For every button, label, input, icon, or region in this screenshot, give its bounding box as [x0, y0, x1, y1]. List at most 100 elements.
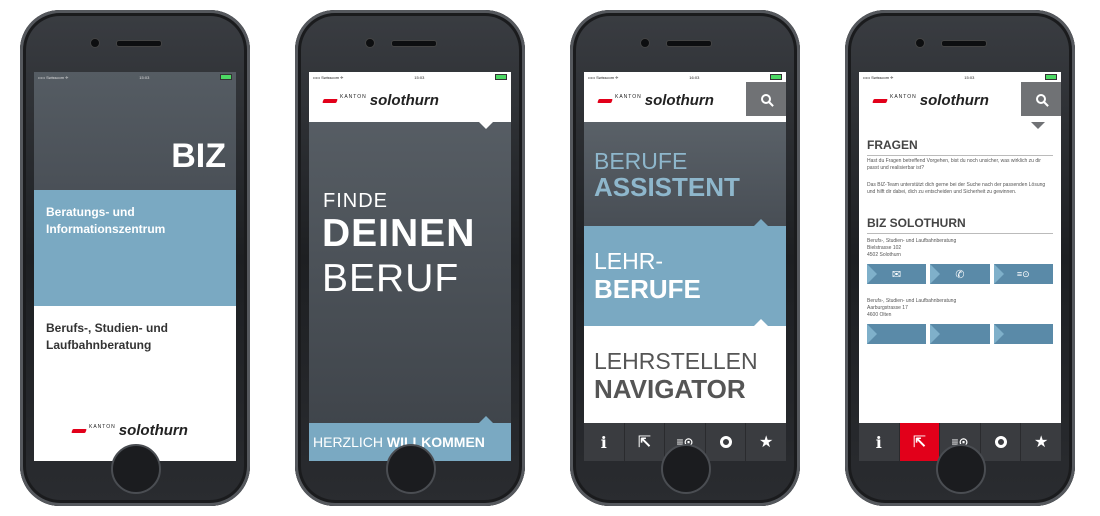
time-label: 15:03	[964, 74, 975, 80]
carrier-label: ••••• Swisscom ✈	[863, 74, 894, 80]
screen-welcome: ••••• Swisscom ✈ 15:03 KANTON solothurn …	[309, 72, 511, 461]
paragraph-2: Das BIZ-Team unterstützt dich gerne bei …	[867, 182, 1046, 195]
search-button[interactable]	[746, 82, 786, 116]
address-solothurn: Berufs-, Studien- und Laufbahnberatung B…	[867, 238, 1053, 259]
tile-bold-text: ASSISTENT	[594, 172, 740, 202]
app-header: ••••• Swisscom ✈ 15:03 KANTON solothurn	[859, 72, 1061, 129]
share-icon: ⇱	[637, 434, 652, 451]
tile-bold-text: NAVIGATOR	[594, 374, 746, 404]
map-button[interactable]: ≡⊙	[993, 264, 1053, 284]
logo-name: solothurn	[118, 422, 188, 439]
share-icon: ⇱	[912, 434, 927, 451]
tile-lehrberufe[interactable]: LEHR- BERUFE	[584, 219, 786, 326]
tile-notch	[754, 219, 768, 226]
tab-favorites[interactable]: ★	[746, 423, 786, 461]
speaker	[941, 40, 987, 47]
time-label: 16:03	[689, 74, 700, 80]
kanton-logo: KANTON solothurn	[71, 422, 188, 439]
address-line: 4600 Olten	[867, 312, 892, 318]
speaker	[391, 40, 437, 47]
app-header: ••••• Swisscom ✈ 16:03 KANTON solothurn	[584, 72, 786, 122]
phone-icon: ✆	[955, 268, 965, 281]
heading-fragen: FRAGEN	[867, 138, 1053, 156]
logo-name: solothurn	[369, 92, 439, 109]
paragraph-1: Hast du Fragen betreffend Vorgehen, bist…	[867, 158, 1041, 171]
flag-icon	[597, 98, 613, 103]
home-button[interactable]	[936, 444, 986, 494]
battery-icon	[220, 74, 232, 80]
speaker	[116, 40, 162, 47]
battery-icon	[1045, 74, 1057, 80]
screen-contact: ••••• Swisscom ✈ 15:03 KANTON solothurn …	[859, 72, 1061, 461]
address-line: 4502 Solothurn	[867, 252, 901, 258]
phone-2: ••••• Swisscom ✈ 15:03 KANTON solothurn …	[295, 10, 525, 506]
welcome-line1: FINDE	[323, 190, 388, 212]
address-line: Berufs-, Studien- und Laufbahnberatung	[867, 238, 957, 244]
email-button[interactable]	[867, 324, 927, 344]
address-line: Bielstrasse 102	[867, 245, 902, 251]
tab-info[interactable]: i	[584, 423, 625, 461]
kanton-logo[interactable]: KANTON solothurn	[322, 92, 439, 109]
camera	[365, 38, 375, 48]
logo-name: solothurn	[919, 92, 989, 109]
email-button[interactable]: ✉	[867, 264, 927, 284]
footer-light-text: HERZLICH	[313, 434, 387, 450]
app-header: ••••• Swisscom ✈ 15:03 KANTON solothurn	[309, 72, 511, 129]
phone-1: ••••• Swisscom ✈ 15:03 BIZ Beratungs- un…	[20, 10, 250, 506]
tile-light-text: LEHR-	[594, 248, 664, 274]
battery-icon	[770, 74, 782, 80]
tile-lehrstellen-navigator[interactable]: LEHRSTELLEN NAVIGATOR	[584, 319, 786, 423]
tile-light-text: LEHRSTELLEN	[594, 348, 758, 374]
info-icon: i	[875, 432, 882, 452]
welcome-line2: DEINEN	[322, 212, 476, 255]
logo-name: solothurn	[644, 92, 714, 109]
status-bar: ••••• Swisscom ✈ 15:03	[859, 72, 1061, 82]
home-button[interactable]	[111, 444, 161, 494]
kanton-logo[interactable]: KANTON solothurn	[597, 92, 714, 109]
flag-icon	[71, 428, 87, 433]
star-icon: ★	[759, 434, 774, 451]
biz-title: BIZ	[171, 137, 226, 175]
home-button[interactable]	[661, 444, 711, 494]
carrier-label: ••••• Swisscom ✈	[588, 74, 619, 80]
logo-kanton: KANTON	[89, 424, 116, 430]
phone-button[interactable]	[930, 324, 990, 344]
heading-biz-solothurn: BIZ SOLOTHURN	[867, 216, 1053, 234]
tab-share[interactable]: ⇱	[625, 423, 666, 461]
search-icon	[761, 94, 771, 104]
envelope-icon: ✉	[892, 268, 902, 281]
battery-icon	[495, 74, 507, 80]
footer-notch	[479, 416, 493, 423]
map-button[interactable]	[993, 324, 1053, 344]
tab-favorites[interactable]: ★	[1021, 423, 1061, 461]
search-notch	[1031, 122, 1045, 129]
tab-share[interactable]: ⇱	[899, 423, 941, 461]
address-olten: Berufs-, Studien- und Laufbahnberatung A…	[867, 298, 1053, 319]
tab-settings[interactable]	[706, 423, 747, 461]
gear-icon	[719, 436, 732, 448]
home-button[interactable]	[386, 444, 436, 494]
biz-subtitle-panel[interactable]: Beratungs- und Informationszentrum	[34, 190, 236, 306]
tab-settings[interactable]	[981, 423, 1022, 461]
phone-3: ••••• Swisscom ✈ 16:03 KANTON solothurn …	[570, 10, 800, 506]
star-icon: ★	[1034, 434, 1049, 451]
welcome-line3: BERUF	[322, 257, 460, 300]
info-icon: i	[600, 432, 607, 452]
biz-subtitle: Beratungs- und Informationszentrum	[46, 205, 166, 236]
list-search-icon: ≡⊙	[1016, 268, 1030, 279]
phone-button[interactable]: ✆	[930, 264, 990, 284]
tile-berufe-assistent[interactable]: BERUFE ASSISTENT	[584, 122, 786, 226]
search-button[interactable]	[1021, 82, 1061, 116]
tab-info[interactable]: i	[859, 423, 900, 461]
flag-icon	[322, 98, 338, 103]
logo-kanton: KANTON	[615, 94, 642, 100]
contact-buttons: ✉ ✆ ≡⊙	[867, 264, 1053, 284]
tile-light-text: BERUFE	[594, 148, 688, 174]
contact-buttons-olten	[867, 324, 1053, 344]
camera	[915, 38, 925, 48]
address-line: Aarburgstrasse 17	[867, 305, 908, 311]
status-bar: ••••• Swisscom ✈ 15:03	[309, 72, 511, 82]
header-notch	[479, 122, 493, 129]
biz-body-text: Berufs-, Studien- und Laufbahnberatung	[46, 321, 168, 352]
kanton-logo[interactable]: KANTON solothurn	[872, 92, 989, 109]
